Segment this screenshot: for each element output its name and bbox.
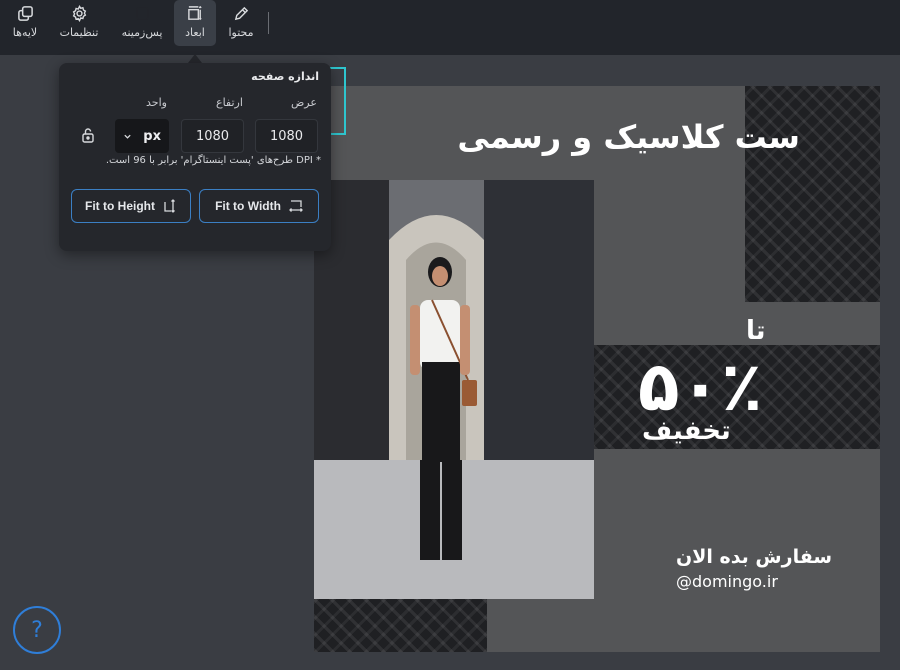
unit-select[interactable]: px xyxy=(115,119,169,153)
selection-bracket xyxy=(329,67,346,135)
width-label: عرض xyxy=(291,96,317,109)
design-canvas[interactable]: ست کلاسیک و رسمی تا ۵۰٪ تخفیف سفارش بده … xyxy=(314,86,880,652)
top-toolbar: لایه‌ها تنظیمات پس‌زمینه ابعاد محتوا xyxy=(0,0,900,55)
toolbar-content-label: محتوا xyxy=(228,26,254,39)
pencil-icon xyxy=(234,6,248,21)
layers-icon xyxy=(17,6,33,21)
background-icon xyxy=(135,7,149,20)
toolbar-dimensions-label: ابعاد xyxy=(185,26,205,39)
model-photo-illustration xyxy=(314,180,594,599)
unit-select-value: px xyxy=(143,128,161,144)
panel-pointer xyxy=(188,54,202,63)
toolbar-divider xyxy=(268,12,269,34)
fit-to-width-button[interactable]: Fit to Width xyxy=(199,189,319,223)
toolbar-settings-button[interactable]: تنظیمات xyxy=(54,0,104,46)
height-label: ارتفاع xyxy=(216,96,243,109)
gear-icon xyxy=(72,5,86,22)
toolbar-layers-label: لایه‌ها xyxy=(12,26,38,39)
model-photo[interactable] xyxy=(314,180,594,599)
fit-width-icon xyxy=(289,200,303,212)
panel-title: اندازه صفحه xyxy=(251,70,319,83)
fit-to-height-button[interactable]: Fit to Height xyxy=(71,189,191,223)
resize-icon xyxy=(187,5,202,21)
toolbar-content-button[interactable]: محتوا xyxy=(222,0,260,46)
chevron-down-icon xyxy=(124,134,131,139)
dpi-note: * DPI طرح‌های 'پست اینستاگرام' برابر با … xyxy=(105,155,321,166)
fit-to-height-label: Fit to Height xyxy=(85,199,155,213)
toolbar-background-label: پس‌زمینه xyxy=(121,26,163,39)
up-to-text[interactable]: تا xyxy=(746,316,766,346)
width-input[interactable]: 1080 xyxy=(255,119,318,153)
discount-text[interactable]: تخفیف xyxy=(642,416,731,446)
order-now-text[interactable]: سفارش بده الان xyxy=(676,546,832,568)
headline-text[interactable]: ست کلاسیک و رسمی xyxy=(457,118,800,156)
fit-height-icon xyxy=(164,199,175,213)
handle-text[interactable]: @domingo.ir xyxy=(676,572,778,591)
toolbar-layers-button[interactable]: لایه‌ها xyxy=(4,0,46,46)
toolbar-settings-label: تنظیمات xyxy=(59,26,99,39)
pattern-block-bottom xyxy=(314,598,487,652)
help-label: ? xyxy=(31,617,43,643)
height-input[interactable]: 1080 xyxy=(181,119,244,153)
unit-label: واحد xyxy=(146,96,167,109)
fit-to-width-label: Fit to Width xyxy=(215,199,281,213)
toolbar-background-button[interactable]: پس‌زمینه xyxy=(116,0,168,46)
lock-open-icon[interactable] xyxy=(81,127,95,143)
page-size-panel: اندازه صفحه عرض ارتفاع واحد 1080 1080 px… xyxy=(59,63,331,251)
toolbar-dimensions-button[interactable]: ابعاد xyxy=(174,0,216,46)
help-button[interactable]: ? xyxy=(13,606,61,654)
